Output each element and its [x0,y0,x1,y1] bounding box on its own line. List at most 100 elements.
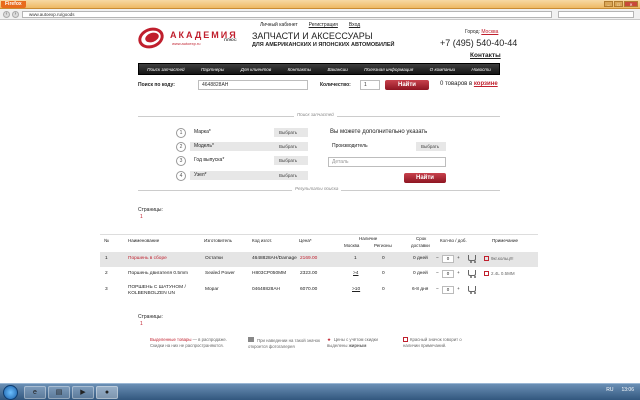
detail-input[interactable]: Деталь [328,157,446,167]
menu-item-news[interactable]: Новости [471,67,490,72]
system-tray: RU 13:06 [606,387,634,393]
quantity-label: Количество: [320,82,351,88]
minimize-button[interactable]: – [604,1,613,7]
parts-find-button[interactable]: Найти [404,173,446,183]
col-maker: Изготовитель [204,238,232,243]
stock-moscow: >4 [353,271,359,276]
qty-input[interactable]: 0 [442,270,454,278]
windows-taskbar: e ▤ ▶ ● RU 13:06 [0,383,640,400]
media-taskbar-icon[interactable]: ▶ [72,386,94,399]
table-row[interactable]: 2 Поршень двигателя 0.5mm Sealed Power H… [100,267,538,282]
row-note: 9кг.кольц!!! [484,256,514,261]
city-link[interactable]: Москва [481,29,498,35]
qty-input[interactable]: 0 [442,286,454,294]
address-bar[interactable]: www.autoexp.ru/goods [22,11,552,18]
star-icon: ★ [327,337,331,342]
explorer-taskbar-icon[interactable]: ▤ [48,386,70,399]
brand-field[interactable]: Марка* Выбрать [190,128,308,137]
back-icon[interactable]: ‹ [3,11,10,18]
menu-item-clients[interactable]: Для клиентов [241,67,272,72]
main-menu: Поиск запчастей Партнеры Для клиентов Ко… [138,63,500,75]
part-price: 2169.00 [300,256,318,261]
menu-item-about[interactable]: О компании [430,67,455,72]
model-label: Модель* [190,142,274,151]
brand-select[interactable]: Выбрать [274,128,308,137]
unit-field[interactable]: Узел* Выбрать [190,171,308,180]
part-code: 4648828AH/Damage [252,256,297,261]
model-select[interactable]: Выбрать [274,142,308,151]
logo-sub: ПЛЮС [224,37,237,42]
page-link-bottom[interactable]: 1 [140,321,143,327]
col-regions: Регионы [374,243,392,248]
tagline-sub: ДЛЯ АМЕРИКАНСКИХ И ЯПОНСКИХ АВТОМОБИЛЕЙ [252,42,395,48]
minus-icon[interactable]: − [436,271,439,276]
site-logo[interactable]: АКАДЕМИЯ ПЛЮС www.autoexp.ru [135,24,248,52]
forward-icon[interactable]: › [12,11,19,18]
row-num: 2 [105,271,108,276]
note-icon [403,337,408,342]
row-num: 3 [105,287,108,292]
add-to-cart-icon[interactable] [468,286,476,294]
plus-icon[interactable]: + [457,287,460,292]
table-row[interactable]: 3 ПОРШЕНЬ С ШАТУНОМ / KOLBENBOLZEN UN Mo… [100,283,538,300]
part-code: H803CP050MM [252,271,287,276]
unit-select[interactable]: Выбрать [274,171,308,180]
stock-moscow: 1 [354,256,357,261]
table-row[interactable]: 1 Поршень в сборе Остатки 4648828AH/Dama… [100,252,538,267]
manufacturer-select[interactable]: Выбрать [416,142,446,151]
manufacturer-field[interactable]: Производитель Выбрать [328,142,446,151]
add-to-cart-icon[interactable] [468,255,476,263]
clock[interactable]: 13:06 [621,387,634,393]
ie-taskbar-icon[interactable]: e [24,386,46,399]
qty-input[interactable]: 0 [442,255,454,263]
minus-icon[interactable]: − [436,287,439,292]
part-name-link[interactable]: Поршень двигателя 0.5mm [128,271,188,276]
col-price: Цена* [299,238,312,243]
delivery-term: 0 дней [413,271,428,276]
close-button[interactable]: ✕ [624,1,638,7]
add-to-cart-icon[interactable] [468,270,476,278]
col-term: Срок [416,236,427,241]
find-button[interactable]: Найти [385,80,429,90]
cart-count: 0 товаров в [440,81,473,87]
menu-item-parts-search[interactable]: Поиск запчастей [147,67,184,72]
year-field[interactable]: Год выпуска* Выбрать [190,156,308,165]
part-name-link[interactable]: Поршень в сборе [128,256,167,261]
plus-icon[interactable]: + [457,271,460,276]
pages-label-bottom: Страницы: [138,314,163,320]
firefox-menu-button[interactable]: Firefox [1,1,26,8]
start-button[interactable] [3,385,18,400]
register-link[interactable]: Регистрация [309,22,338,28]
part-name-link[interactable]: ПОРШЕНЬ С ШАТУНОМ / KOLBENBOLZEN UN [128,285,200,297]
year-select[interactable]: Выбрать [274,156,308,165]
menu-item-vacancies[interactable]: Вакансии [327,67,347,72]
menu-item-partners[interactable]: Партнеры [201,67,224,72]
code-search-input[interactable]: 4648828AH [198,80,308,90]
city-label: Город: [465,29,480,35]
browser-nav-bar: ‹ › www.autoexp.ru/goods [0,9,640,20]
quantity-input[interactable]: 1 [360,80,380,90]
extra-fields-title: Вы можете дополнительно указать [330,129,428,135]
page-link[interactable]: 1 [140,214,143,220]
menu-item-useful-info[interactable]: Полезная информация [364,67,413,72]
delivery-term: 6-8 дня [412,287,429,292]
city-selector: Город: Москва [465,29,498,35]
account-links: Личный кабинет Регистрация Вход [260,22,360,28]
minus-icon[interactable]: − [436,256,439,261]
account-link[interactable]: Личный кабинет [260,22,298,28]
plus-icon[interactable]: + [457,256,460,261]
firefox-taskbar-icon[interactable]: ● [96,386,118,399]
login-link[interactable]: Вход [349,22,360,28]
language-indicator[interactable]: RU [606,387,613,393]
contacts-link[interactable]: Контакты [470,52,501,59]
model-field[interactable]: Модель* Выбрать [190,142,308,151]
menu-item-contacts[interactable]: Контакты [288,67,312,72]
row-note: 2.4L 0.5MM [484,271,515,276]
col-term-sub: доставки [411,243,430,248]
stock-regions: 0 [382,287,385,292]
cart-link[interactable]: корзине [474,81,498,87]
maximize-button[interactable]: □ [614,1,623,7]
logo-url: www.autoexp.ru [172,41,201,46]
browser-search-input[interactable] [558,11,634,18]
note-icon [484,271,489,276]
